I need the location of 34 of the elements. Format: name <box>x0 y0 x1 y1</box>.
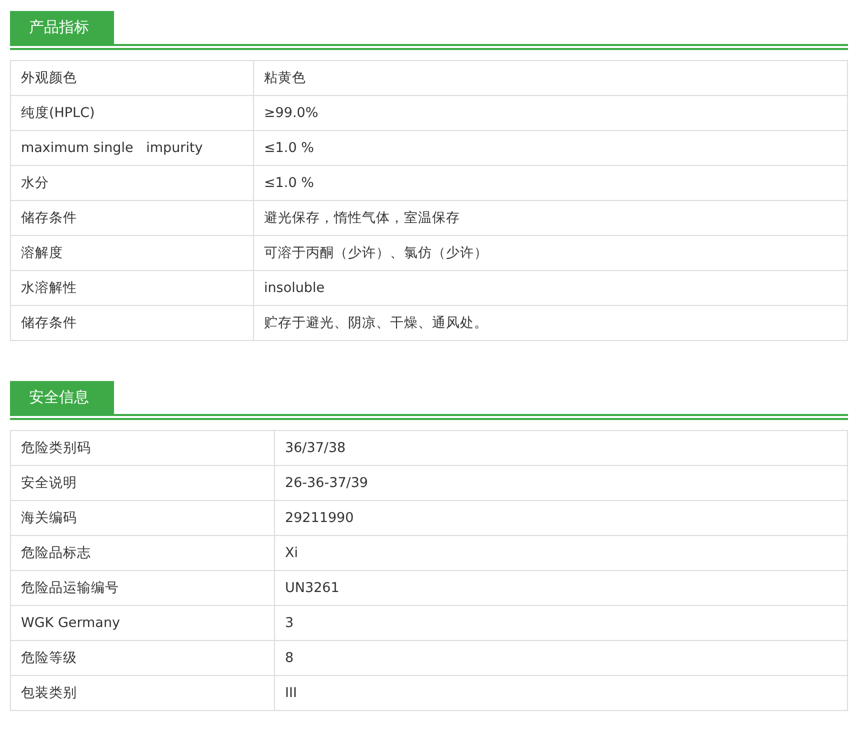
table-cell: 36/37/38 <box>274 430 848 466</box>
table-cell: 海关编码 <box>10 500 274 536</box>
table-cell: 可溶于丙酮（少许）、氯仿（少许） <box>254 236 848 270</box>
table-cell: 纯度(HPLC) <box>10 96 254 130</box>
table-cell: WGK Germany <box>10 606 274 640</box>
table-cell: ≤1.0 % <box>254 166 848 200</box>
table-cell: ≥99.0% <box>254 96 848 130</box>
table-cell: 29211990 <box>274 500 848 536</box>
table-cell: 溶解度 <box>10 236 254 270</box>
table-cell: ≤1.0 % <box>254 130 848 166</box>
table-cell: insoluble <box>254 270 848 306</box>
table-cell: 8 <box>274 640 848 676</box>
table-cell: UN3261 <box>274 570 848 606</box>
table-cell: 危险品运输编号 <box>10 570 274 606</box>
section-title: 安全信息 <box>10 381 114 414</box>
table-cell: III <box>274 676 848 710</box>
section-title: 产品指标 <box>10 11 114 44</box>
table-cell: 危险类别码 <box>10 430 274 466</box>
table-cell: 贮存于避光、阴凉、干燥、通风处。 <box>254 306 848 340</box>
table-cell: 粘黄色 <box>254 60 848 96</box>
table-cell: 储存条件 <box>10 306 254 340</box>
table-cell: 水分 <box>10 166 254 200</box>
table-cell: maximum single impurity <box>10 130 254 166</box>
table-cell: 水溶解性 <box>10 270 254 306</box>
table-cell: 3 <box>274 606 848 640</box>
table-cell: 避光保存，惰性气体，室温保存 <box>254 200 848 236</box>
table-cell: 安全说明 <box>10 466 274 500</box>
table-cell: 外观颜色 <box>10 60 254 96</box>
table-cell: Xi <box>274 536 848 570</box>
table-cell: 危险等级 <box>10 640 274 676</box>
table-cell: 储存条件 <box>10 200 254 236</box>
table-cell: 包装类别 <box>10 676 274 710</box>
table-cell: 26-36-37/39 <box>274 466 848 500</box>
table-cell: 危险品标志 <box>10 536 274 570</box>
